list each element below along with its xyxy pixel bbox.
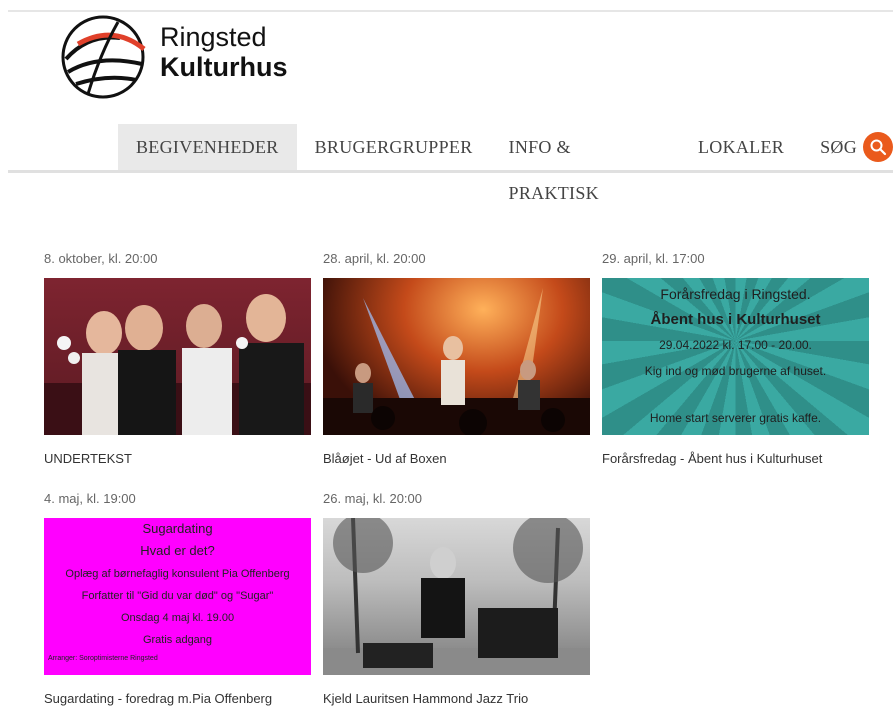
nav-divider: [8, 170, 893, 173]
poster-line: Gratis adgang: [142, 634, 213, 646]
event-poster[interactable]: Forårsfredag i Ringsted. Åbent hus i Kul…: [602, 278, 869, 435]
brand-line-2: Kulturhus: [160, 52, 288, 82]
poster-line: Forårsfredag i Ringsted.: [660, 286, 811, 302]
search-control[interactable]: SØG: [802, 124, 893, 170]
event-date: 26. maj, kl. 20:00: [323, 491, 422, 506]
event-image[interactable]: [323, 518, 590, 675]
event-title[interactable]: Sugardating - foredrag m.Pia Offenberg: [44, 691, 272, 706]
poster-line: 29.04.2022 kl. 17.00 - 20.00.: [659, 338, 812, 352]
nav-brugergrupper[interactable]: BRUGERGRUPPER: [297, 124, 491, 170]
event-date: 28. april, kl. 20:00: [323, 251, 426, 266]
poster-headline: Åbent hus i Kulturhuset: [650, 311, 821, 328]
event-image[interactable]: [323, 278, 590, 435]
poster-line: Arranger: Soroptimisterne Ringsted: [48, 655, 158, 662]
logo-icon[interactable]: [58, 14, 148, 100]
poster-line: Forfatter til "Gid du var død" og "Sugar…: [81, 590, 274, 602]
event-date: 8. oktober, kl. 20:00: [44, 251, 158, 266]
main-nav: BEGIVENHEDER BRUGERGRUPPER INFO & PRAKTI…: [118, 124, 893, 203]
search-icon: [870, 139, 887, 156]
poster-line: Sugardating: [142, 521, 213, 536]
event-poster[interactable]: Sugardating Hvad er det? Oplæg af børnef…: [44, 518, 311, 675]
brand-line-1: Ringsted: [160, 22, 267, 52]
nav-begivenheder[interactable]: BEGIVENHEDER: [118, 124, 297, 170]
event-date: 29. april, kl. 17:00: [602, 251, 705, 266]
event-title[interactable]: Forårsfredag - Åbent hus i Kulturhuset: [602, 451, 822, 466]
search-label[interactable]: SØG: [802, 124, 857, 170]
poster-line: Onsdag 4 maj kl. 19.00: [120, 612, 235, 624]
event-date: 4. maj, kl. 19:00: [44, 491, 136, 506]
nav-lokaler[interactable]: LOKALER: [680, 124, 802, 170]
event-title[interactable]: Blåøjet - Ud af Boxen: [323, 451, 447, 466]
event-image[interactable]: [44, 278, 311, 435]
poster-line: Kig ind og mød brugerne af huset.: [644, 364, 827, 378]
poster-line: Oplæg af børnefaglig konsulent Pia Offen…: [65, 568, 290, 580]
poster-line: Home start serverer gratis kaffe.: [649, 411, 822, 425]
event-title[interactable]: UNDERTEKST: [44, 451, 132, 466]
search-button[interactable]: [863, 132, 893, 162]
nav-info-praktisk[interactable]: INFO & PRAKTISK: [491, 124, 680, 203]
event-title[interactable]: Kjeld Lauritsen Hammond Jazz Trio: [323, 691, 528, 706]
poster-line: Hvad er det?: [140, 543, 215, 558]
top-divider: [8, 10, 893, 12]
brand-name[interactable]: Ringsted Kulturhus: [160, 22, 288, 82]
